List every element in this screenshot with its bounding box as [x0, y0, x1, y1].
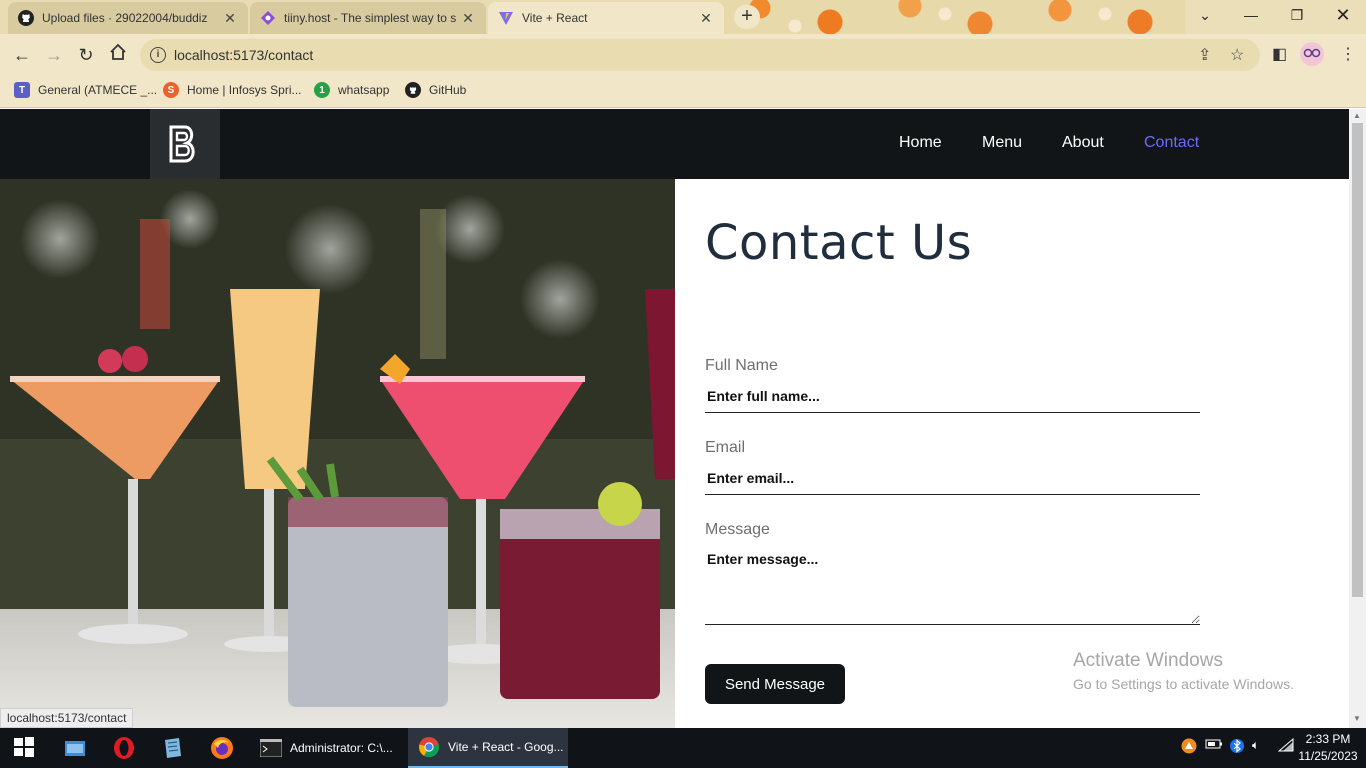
cmd-icon	[260, 739, 282, 757]
close-tab-icon[interactable]: ✕	[460, 10, 476, 27]
clock-date: 11/25/2023	[1298, 749, 1358, 763]
logo-b-icon	[169, 125, 195, 163]
page-viewport: Home Menu About Contact Contact Us Full …	[0, 109, 1349, 728]
browser-tab-upload-files[interactable]: Upload files · 29022004/buddiz ✕	[8, 2, 248, 34]
network-icon[interactable]	[1277, 737, 1294, 755]
tab-title: Upload files · 29022004/buddiz	[42, 11, 208, 25]
email-input[interactable]	[705, 461, 1200, 495]
email-label: Email	[705, 439, 746, 456]
menu-kebab-icon[interactable]: ⋮	[1340, 44, 1356, 64]
chrome-icon	[419, 737, 440, 758]
send-message-button[interactable]: Send Message	[705, 664, 845, 704]
nav-home-link[interactable]: Home	[899, 134, 942, 152]
full-name-input[interactable]	[705, 379, 1200, 413]
theme-decoration	[720, 0, 1190, 34]
security-tray-icon[interactable]	[1181, 738, 1197, 757]
system-clock[interactable]: 2:33 PM 11/25/2023	[1296, 731, 1360, 765]
notes-app-icon[interactable]	[161, 736, 185, 760]
browser-tab-vite-react[interactable]: Vite + React ✕	[488, 2, 724, 34]
browser-toolbar: ← → ↻ i localhost:5173/contact ⇪ ☆ ◧ ⋮	[0, 34, 1366, 76]
cocktails-image	[0, 179, 675, 728]
watermark-title: Activate Windows	[1073, 650, 1223, 671]
bookmark-github[interactable]: GitHub	[405, 82, 466, 98]
taskbar-app-cmd[interactable]: Administrator: C:\...	[250, 728, 406, 768]
site-logo[interactable]	[150, 109, 220, 179]
profile-avatar[interactable]	[1300, 42, 1324, 71]
bookmark-label: General (ATMECE _...	[38, 83, 158, 97]
site-navbar: Home Menu About Contact	[0, 109, 1349, 179]
new-tab-button[interactable]: +	[734, 5, 760, 29]
site-info-icon[interactable]: i	[150, 47, 166, 63]
link-status-bubble: localhost:5173/contact	[0, 708, 134, 728]
browser-tab-tiiny-host[interactable]: tiiny.host - The simplest way to s ✕	[250, 2, 486, 34]
tab-search-icon[interactable]: ⌄	[1182, 0, 1228, 30]
minimize-icon[interactable]: —	[1228, 0, 1274, 30]
tab-title: tiiny.host - The simplest way to s	[284, 11, 457, 25]
battery-icon[interactable]	[1205, 738, 1223, 753]
bookmark-star-icon[interactable]: ☆	[1230, 45, 1244, 65]
forward-icon[interactable]: →	[42, 43, 66, 67]
contact-section: Contact Us Full Name Email Message Send …	[675, 179, 1349, 728]
browser-tab-strip: Upload files · 29022004/buddiz ✕ tiiny.h…	[0, 0, 1366, 34]
bookmark-teams[interactable]: T General (ATMECE _...	[14, 82, 157, 98]
nav-about-link[interactable]: About	[1062, 134, 1104, 152]
activate-windows-watermark: Activate Windows Go to Settings to activ…	[1073, 650, 1294, 692]
close-tab-icon[interactable]: ✕	[222, 10, 238, 27]
bookmark-label: GitHub	[429, 83, 467, 97]
full-name-label: Full Name	[705, 357, 778, 374]
opera-icon[interactable]	[112, 736, 136, 760]
nav-contact-link[interactable]: Contact	[1144, 134, 1199, 152]
firefox-icon[interactable]	[210, 736, 234, 760]
github-icon	[18, 10, 34, 26]
home-icon[interactable]	[106, 43, 130, 67]
taskbar-app-chrome[interactable]: Vite + React - Goog...	[408, 728, 568, 768]
page-scrollbar[interactable]: ▲ ▼	[1349, 109, 1366, 728]
file-explorer-icon[interactable]	[63, 736, 87, 760]
share-icon[interactable]: ⇪	[1198, 45, 1211, 65]
close-window-icon[interactable]: ✕	[1320, 0, 1366, 30]
scroll-up-icon[interactable]: ▲	[1353, 111, 1361, 120]
teams-icon: T	[14, 82, 30, 98]
bluetooth-icon[interactable]	[1230, 738, 1244, 757]
vite-icon	[498, 10, 514, 26]
windows-start-icon[interactable]	[13, 736, 37, 760]
bookmark-whatsapp[interactable]: 1 whatsapp	[314, 82, 389, 98]
bookmark-label: Home | Infosys Spri...	[187, 83, 302, 97]
address-url[interactable]: localhost:5173/contact	[174, 47, 313, 63]
tiiny-host-icon	[260, 10, 276, 26]
bookmark-infosys[interactable]: S Home | Infosys Spri...	[163, 82, 302, 98]
scroll-down-icon[interactable]: ▼	[1353, 714, 1361, 723]
page-title: Contact Us	[705, 215, 973, 271]
watermark-subtitle: Go to Settings to activate Windows.	[1073, 676, 1294, 692]
message-label: Message	[705, 521, 770, 538]
github-icon	[405, 82, 421, 98]
tab-title: Vite + React	[522, 11, 588, 25]
reload-icon[interactable]: ↻	[74, 43, 98, 67]
close-tab-icon[interactable]: ✕	[698, 10, 714, 27]
back-icon[interactable]: ←	[10, 43, 34, 67]
scrollbar-thumb[interactable]	[1352, 123, 1363, 597]
whatsapp-icon: 1	[314, 82, 330, 98]
windows-taskbar: Administrator: C:\... Vite + React - Goo…	[0, 728, 1366, 768]
bookmarks-bar: T General (ATMECE _... S Home | Infosys …	[0, 76, 1366, 108]
bookmark-label: whatsapp	[338, 83, 390, 97]
taskbar-app-label: Vite + React - Goog...	[448, 740, 564, 754]
message-textarea[interactable]	[705, 543, 1200, 625]
restore-icon[interactable]: ❐	[1274, 0, 1320, 30]
taskbar-app-label: Administrator: C:\...	[290, 741, 393, 755]
nav-menu-link[interactable]: Menu	[982, 134, 1022, 152]
side-panel-icon[interactable]: ◧	[1272, 44, 1287, 64]
clock-time: 2:33 PM	[1305, 732, 1351, 746]
volume-icon[interactable]: 🔈︎	[1252, 738, 1259, 753]
infosys-icon: S	[163, 82, 179, 98]
address-bar[interactable]: i localhost:5173/contact ⇪ ☆	[140, 39, 1260, 71]
